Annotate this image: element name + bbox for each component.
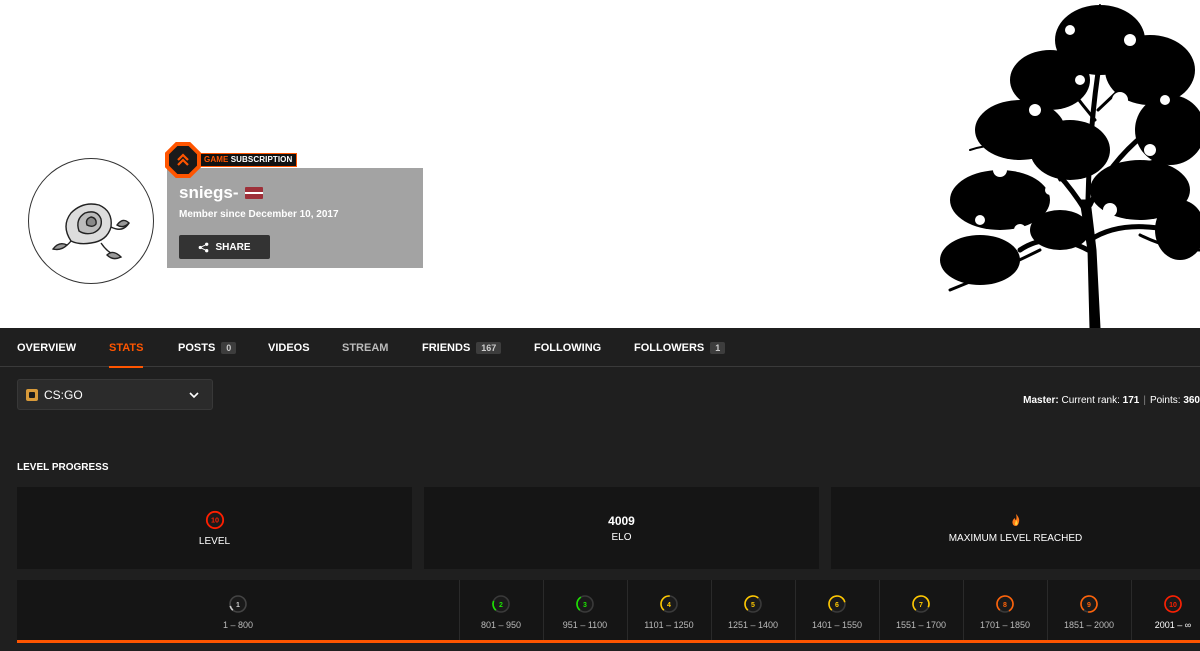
elo-card: 4009 ELO [424,487,819,569]
level-range-label: 1251 – 1400 [727,619,779,630]
svg-text:8: 8 [1003,602,1007,609]
profile-nav: OVERVIEW STATS POSTS 0 VIDEOS STREAM FRIE… [0,328,1200,368]
share-icon [199,242,209,252]
rose-avatar-image [51,203,130,260]
level-range-item: 10 2001 – ∞ [1131,580,1200,643]
posts-count-badge: 0 [221,341,237,354]
share-label: SHARE [215,241,251,253]
subscription-octagon-icon [165,142,201,178]
max-level-caption: MAXIMUM LEVEL REACHED [948,532,1083,544]
svg-text:7: 7 [919,602,923,609]
level-range-item: 7 1551 – 1700 [879,580,963,643]
level-range-label: 1701 – 1850 [979,619,1031,630]
username: sniegs- [179,183,263,203]
level-4-icon: 4 [660,594,678,613]
level-card: 10 LEVEL [17,487,412,569]
svg-text:10: 10 [1169,602,1177,609]
friends-count-badge: 167 [476,341,502,354]
level-10-icon: 10 [205,510,224,529]
svg-text:3: 3 [583,602,587,609]
tab-videos[interactable]: VIDEOS [268,328,310,367]
svg-text:5: 5 [751,602,755,609]
fire-icon [1011,513,1019,526]
game-select-value: CS:GO [44,387,83,402]
level-range-label: 1401 – 1550 [811,619,863,630]
level-range-label: 1101 – 1250 [644,619,694,630]
level-range-label: 1851 – 2000 [1063,619,1115,630]
svg-text:9: 9 [1087,602,1091,609]
chevron-up-double-icon [177,153,189,166]
tab-friends[interactable]: FRIENDS 167 [422,328,502,367]
game-select[interactable]: CS:GO [17,379,213,410]
share-button[interactable]: SHARE [179,235,270,259]
svg-text:1: 1 [236,602,240,609]
level-caption: LEVEL [198,535,231,547]
level-progress-title: LEVEL PROGRESS [17,462,109,473]
level-range-label: 1 – 800 [222,619,254,630]
rank-info: Master: Current rank: 171 | Points: 360 [1023,395,1200,406]
level-10-icon: 10 [1164,594,1182,613]
elo-progress-bar [17,640,1200,643]
level-range-label: 1551 – 1700 [895,619,947,630]
level-range-label: 2001 – ∞ [1154,619,1192,630]
level-range-label: 801 – 950 [480,619,522,630]
level-8-icon: 8 [996,594,1014,613]
level-5-icon: 5 [744,594,762,613]
profile-banner: GAME SUBSCRIPTION sniegs- Member since D… [0,0,1200,328]
svg-text:4: 4 [667,602,671,609]
level-3-icon: 3 [576,594,594,613]
svg-text:6: 6 [835,602,839,609]
subscription-label: GAME SUBSCRIPTION [199,153,298,167]
level-7-icon: 7 [912,594,930,613]
tab-posts[interactable]: POSTS 0 [178,328,237,367]
level-range-item: 6 1401 – 1550 [795,580,879,643]
level-range-item: 3 951 – 1100 [543,580,627,643]
followers-count-badge: 1 [710,341,726,354]
level-9-icon: 9 [1080,594,1098,613]
latvia-flag-icon [244,187,263,199]
level-1-icon: 1 [229,594,247,613]
elo-caption: ELO [611,531,632,543]
member-since: Member since December 10, 2017 [179,209,339,220]
tab-followers[interactable]: FOLLOWERS 1 [634,328,726,367]
level-ranges-strip: 1 1 – 800 2 801 – 950 3 951 – 1100 4 1101 – 125… [17,580,1200,643]
game-subscription-badge: GAME SUBSCRIPTION [165,142,298,178]
tree-silhouette-image [940,4,1200,328]
level-6-icon: 6 [828,594,846,613]
level-range-item: 1 1 – 800 [17,580,459,643]
level-range-item: 4 1101 – 1250 [627,580,711,643]
level-2-icon: 2 [492,594,510,613]
level-range-item: 8 1701 – 1850 [963,580,1047,643]
tab-overview[interactable]: OVERVIEW [17,328,76,367]
level-range-label: 951 – 1100 [562,619,608,630]
level-range-item: 5 1251 – 1400 [711,580,795,643]
elo-value: 4009 [608,513,635,528]
level-range-item: 2 801 – 950 [459,580,543,643]
tab-stats[interactable]: STATS [109,328,144,368]
tab-following[interactable]: FOLLOWING [534,328,601,367]
max-level-card: MAXIMUM LEVEL REACHED [831,487,1200,569]
svg-text:10: 10 [210,515,218,524]
csgo-icon [26,388,38,401]
svg-text:2: 2 [499,602,503,609]
username-text: sniegs- [179,183,239,202]
chevron-down-icon [189,392,199,399]
tab-stream[interactable]: STREAM [342,328,388,367]
avatar[interactable] [28,158,154,284]
level-range-item: 9 1851 – 2000 [1047,580,1131,643]
